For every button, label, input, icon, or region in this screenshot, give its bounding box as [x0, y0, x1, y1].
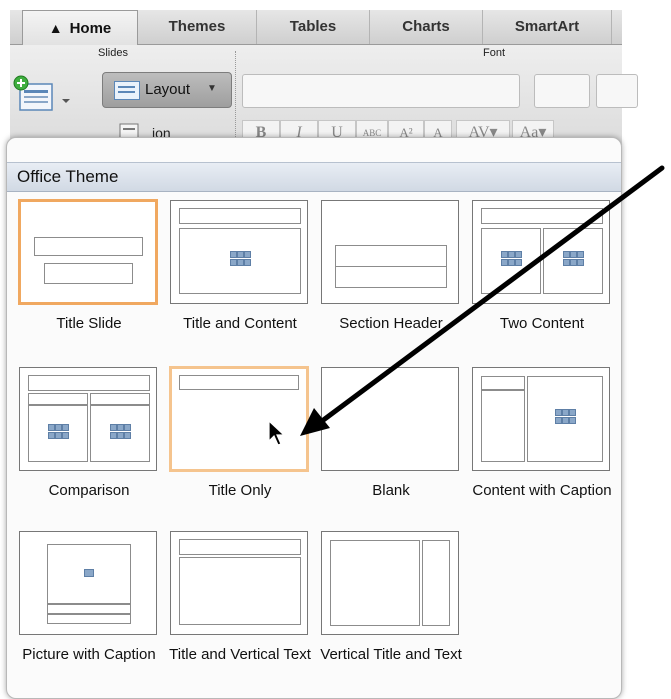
- mouse-cursor-icon: [268, 420, 286, 446]
- annotation-arrow: [300, 165, 665, 436]
